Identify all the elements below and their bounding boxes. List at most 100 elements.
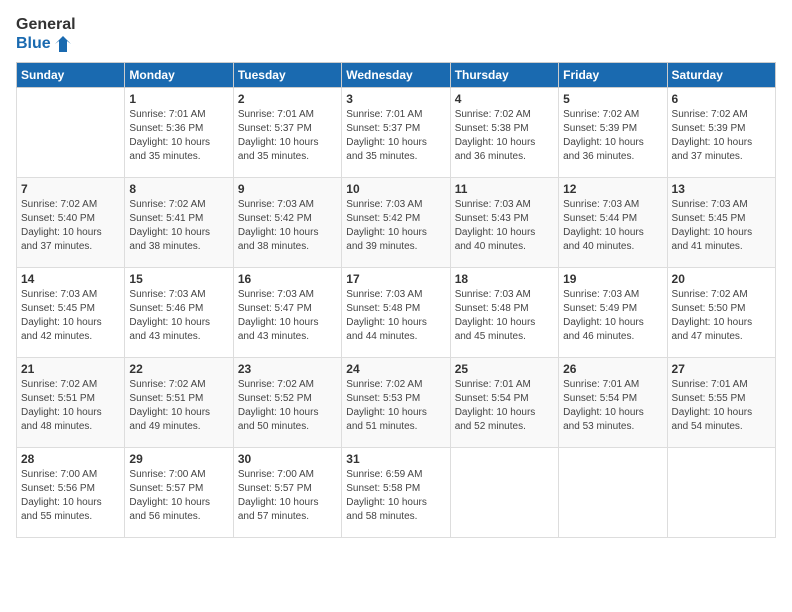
day-detail: Sunrise: 7:03 AMSunset: 5:48 PMDaylight:… xyxy=(455,288,554,344)
day-cell: 21 Sunrise: 7:02 AMSunset: 5:51 PMDayligh… xyxy=(17,357,125,447)
day-detail: Sunrise: 7:03 AMSunset: 5:47 PMDaylight:… xyxy=(238,288,337,344)
day-detail: Sunrise: 7:02 AMSunset: 5:39 PMDaylight:… xyxy=(672,108,771,164)
day-number: 30 xyxy=(238,452,337,466)
day-cell: 23 Sunrise: 7:02 AMSunset: 5:52 PMDayligh… xyxy=(233,357,341,447)
calendar-body: 1 Sunrise: 7:01 AMSunset: 5:36 PMDaylight… xyxy=(17,87,776,537)
day-number: 1 xyxy=(129,92,228,106)
day-number: 14 xyxy=(21,272,120,286)
week-row-2: 7 Sunrise: 7:02 AMSunset: 5:40 PMDaylight… xyxy=(17,177,776,267)
day-number: 22 xyxy=(129,362,228,376)
day-cell: 10 Sunrise: 7:03 AMSunset: 5:42 PMDayligh… xyxy=(342,177,450,267)
day-cell: 22Sunrise: 7:02 AMSunset: 5:51 PMDayligh… xyxy=(125,357,233,447)
header-cell-saturday: Saturday xyxy=(667,62,775,87)
day-cell: 12 Sunrise: 7:03 AMSunset: 5:44 PMDayligh… xyxy=(559,177,667,267)
calendar-table: SundayMondayTuesdayWednesdayThursdayFrid… xyxy=(16,62,776,538)
day-number: 2 xyxy=(238,92,337,106)
day-detail: Sunrise: 7:03 AMSunset: 5:44 PMDaylight:… xyxy=(563,198,662,254)
logo: General Blue xyxy=(16,16,76,54)
day-cell: 11Sunrise: 7:03 AMSunset: 5:43 PMDayligh… xyxy=(450,177,558,267)
day-number: 12 xyxy=(563,182,662,196)
page-header: General Blue xyxy=(16,16,776,54)
day-detail: Sunrise: 7:01 AMSunset: 5:37 PMDaylight:… xyxy=(346,108,445,164)
day-cell: 25 Sunrise: 7:01 AMSunset: 5:54 PMDayligh… xyxy=(450,357,558,447)
day-number: 17 xyxy=(346,272,445,286)
day-cell: 6 Sunrise: 7:02 AMSunset: 5:39 PMDaylight… xyxy=(667,87,775,177)
day-detail: Sunrise: 7:03 AMSunset: 5:42 PMDaylight:… xyxy=(346,198,445,254)
day-cell: 4 Sunrise: 7:02 AMSunset: 5:38 PMDaylight… xyxy=(450,87,558,177)
day-detail: Sunrise: 7:00 AMSunset: 5:57 PMDaylight:… xyxy=(238,468,337,524)
day-cell: 7 Sunrise: 7:02 AMSunset: 5:40 PMDaylight… xyxy=(17,177,125,267)
day-detail: Sunrise: 7:02 AMSunset: 5:50 PMDaylight:… xyxy=(672,288,771,344)
day-number: 23 xyxy=(238,362,337,376)
day-cell: 20 Sunrise: 7:02 AMSunset: 5:50 PMDayligh… xyxy=(667,267,775,357)
day-detail: Sunrise: 7:03 AMSunset: 5:46 PMDaylight:… xyxy=(129,288,228,344)
day-detail: Sunrise: 7:03 AMSunset: 5:49 PMDaylight:… xyxy=(563,288,662,344)
day-detail: Sunrise: 7:02 AMSunset: 5:39 PMDaylight:… xyxy=(563,108,662,164)
day-number: 19 xyxy=(563,272,662,286)
day-number: 18 xyxy=(455,272,554,286)
day-cell: 13Sunrise: 7:03 AMSunset: 5:45 PMDayligh… xyxy=(667,177,775,267)
day-cell: 30 Sunrise: 7:00 AMSunset: 5:57 PMDayligh… xyxy=(233,447,341,537)
day-number: 10 xyxy=(346,182,445,196)
day-cell: 16 Sunrise: 7:03 AMSunset: 5:47 PMDayligh… xyxy=(233,267,341,357)
header-cell-tuesday: Tuesday xyxy=(233,62,341,87)
day-cell: 14 Sunrise: 7:03 AMSunset: 5:45 PMDayligh… xyxy=(17,267,125,357)
day-detail: Sunrise: 7:03 AMSunset: 5:42 PMDaylight:… xyxy=(238,198,337,254)
day-cell xyxy=(667,447,775,537)
day-cell: 31Sunrise: 6:59 AMSunset: 5:58 PMDayligh… xyxy=(342,447,450,537)
day-number: 13 xyxy=(672,182,771,196)
day-number: 24 xyxy=(346,362,445,376)
header-row: SundayMondayTuesdayWednesdayThursdayFrid… xyxy=(17,62,776,87)
day-cell: 19 Sunrise: 7:03 AMSunset: 5:49 PMDayligh… xyxy=(559,267,667,357)
day-detail: Sunrise: 7:01 AMSunset: 5:37 PMDaylight:… xyxy=(238,108,337,164)
day-cell: 8Sunrise: 7:02 AMSunset: 5:41 PMDaylight… xyxy=(125,177,233,267)
day-number: 15 xyxy=(129,272,228,286)
day-cell: 1 Sunrise: 7:01 AMSunset: 5:36 PMDaylight… xyxy=(125,87,233,177)
day-detail: Sunrise: 7:03 AMSunset: 5:48 PMDaylight:… xyxy=(346,288,445,344)
day-cell: 3 Sunrise: 7:01 AMSunset: 5:37 PMDaylight… xyxy=(342,87,450,177)
day-number: 27 xyxy=(672,362,771,376)
day-detail: Sunrise: 7:00 AMSunset: 5:56 PMDaylight:… xyxy=(21,468,120,524)
day-cell: 29Sunrise: 7:00 AMSunset: 5:57 PMDayligh… xyxy=(125,447,233,537)
day-number: 7 xyxy=(21,182,120,196)
day-number: 21 xyxy=(21,362,120,376)
logo-bird-icon xyxy=(53,34,73,54)
day-detail: Sunrise: 7:02 AMSunset: 5:40 PMDaylight:… xyxy=(21,198,120,254)
day-number: 5 xyxy=(563,92,662,106)
day-number: 25 xyxy=(455,362,554,376)
header-cell-friday: Friday xyxy=(559,62,667,87)
day-cell: 28 Sunrise: 7:00 AMSunset: 5:56 PMDayligh… xyxy=(17,447,125,537)
day-cell xyxy=(559,447,667,537)
week-row-1: 1 Sunrise: 7:01 AMSunset: 5:36 PMDaylight… xyxy=(17,87,776,177)
day-detail: Sunrise: 7:02 AMSunset: 5:51 PMDaylight:… xyxy=(21,378,120,434)
day-cell: 15 Sunrise: 7:03 AMSunset: 5:46 PMDayligh… xyxy=(125,267,233,357)
day-number: 3 xyxy=(346,92,445,106)
day-detail: Sunrise: 7:03 AMSunset: 5:45 PMDaylight:… xyxy=(21,288,120,344)
logo-text: General Blue xyxy=(16,16,76,54)
header-cell-sunday: Sunday xyxy=(17,62,125,87)
header-cell-wednesday: Wednesday xyxy=(342,62,450,87)
day-cell: 5 Sunrise: 7:02 AMSunset: 5:39 PMDaylight… xyxy=(559,87,667,177)
day-detail: Sunrise: 7:02 AMSunset: 5:52 PMDaylight:… xyxy=(238,378,337,434)
day-number: 4 xyxy=(455,92,554,106)
day-number: 6 xyxy=(672,92,771,106)
day-detail: Sunrise: 7:02 AMSunset: 5:38 PMDaylight:… xyxy=(455,108,554,164)
day-cell: 27 Sunrise: 7:01 AMSunset: 5:55 PMDayligh… xyxy=(667,357,775,447)
day-number: 9 xyxy=(238,182,337,196)
day-cell: 24Sunrise: 7:02 AMSunset: 5:53 PMDayligh… xyxy=(342,357,450,447)
day-cell: 2 Sunrise: 7:01 AMSunset: 5:37 PMDaylight… xyxy=(233,87,341,177)
day-cell: 18 Sunrise: 7:03 AMSunset: 5:48 PMDayligh… xyxy=(450,267,558,357)
day-number: 29 xyxy=(129,452,228,466)
day-detail: Sunrise: 7:01 AMSunset: 5:55 PMDaylight:… xyxy=(672,378,771,434)
day-number: 8 xyxy=(129,182,228,196)
day-detail: Sunrise: 7:01 AMSunset: 5:36 PMDaylight:… xyxy=(129,108,228,164)
header-cell-monday: Monday xyxy=(125,62,233,87)
week-row-3: 14 Sunrise: 7:03 AMSunset: 5:45 PMDayligh… xyxy=(17,267,776,357)
day-number: 26 xyxy=(563,362,662,376)
day-cell: 26Sunrise: 7:01 AMSunset: 5:54 PMDayligh… xyxy=(559,357,667,447)
day-number: 20 xyxy=(672,272,771,286)
day-number: 28 xyxy=(21,452,120,466)
day-number: 16 xyxy=(238,272,337,286)
calendar-header: SundayMondayTuesdayWednesdayThursdayFrid… xyxy=(17,62,776,87)
day-detail: Sunrise: 7:01 AMSunset: 5:54 PMDaylight:… xyxy=(455,378,554,434)
